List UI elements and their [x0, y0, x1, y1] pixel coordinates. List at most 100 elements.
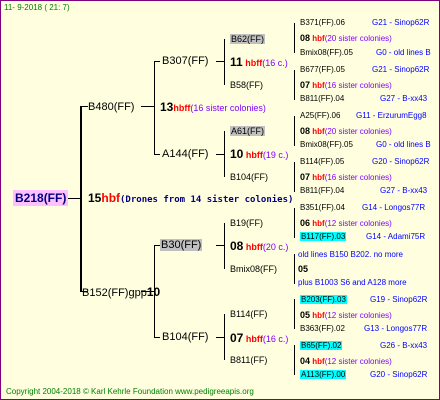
note: (16 c.) [262, 334, 289, 344]
tree-line [294, 345, 295, 375]
tree-line [224, 223, 225, 269]
tree-line [294, 208, 295, 238]
hbf: hbf [312, 311, 325, 320]
queen-b114[interactable]: B114(FF) [230, 308, 267, 320]
g4-line: G26 - B-xx43 [380, 341, 428, 350]
date-header: 11- 9-2018 ( 21: 7) [4, 3, 70, 12]
count: 08 [300, 33, 311, 43]
tree-line [68, 198, 80, 199]
note: (16 sister colonies) [324, 81, 392, 90]
g4-line: G20 - Sinop62R [370, 370, 428, 379]
queen-b104-upper[interactable]: B104(FF) [230, 171, 268, 183]
count: 07 [300, 172, 311, 182]
count: 08 [300, 126, 311, 136]
tree-line [80, 106, 88, 107]
tree-line [216, 245, 224, 246]
b480-drone-info: 13hbff(16 sister colonies) [160, 101, 266, 114]
g4-row[interactable]: B351(FF).04 G14 - Longos77R [300, 202, 425, 214]
g4-row[interactable]: Bmix08(FF).05 G0 - old lines B [300, 139, 431, 151]
g4-queen: B117(FF).03 [300, 232, 347, 241]
queen-b30[interactable]: B30(FF) [160, 238, 203, 252]
g4-row[interactable]: B811(FF).04 G27 - B-xx43 [300, 185, 427, 197]
g4-drone-info: 05 hbf(12 sister colonies) [300, 309, 392, 322]
queen-a61[interactable]: A61(FF) [230, 125, 266, 137]
g4-line: G14 - Longos77R [362, 203, 426, 212]
g4-queen: B351(FF).04 [300, 203, 345, 212]
g4-row[interactable]: B811(FF).04 G27 - B-xx43 [300, 93, 427, 105]
g4-row[interactable]: Bmix08(FF).05 G0 - old lines B [300, 47, 431, 59]
tree-line [294, 23, 295, 53]
hbf: hbf [312, 219, 325, 228]
g4-queen: A25(FF).06 [300, 111, 341, 120]
g4-queen: B363(FF).02 [300, 324, 345, 333]
note: (12 sister colonies) [324, 311, 392, 320]
note: (20 c.) [262, 242, 289, 252]
tree-line [294, 162, 295, 192]
queen-a144[interactable]: A144(FF) [162, 147, 208, 161]
hbf: hbff [245, 150, 263, 160]
queen-b104[interactable]: B104(FF) [162, 330, 208, 344]
g4-queen: A113(FF).00 [300, 370, 347, 379]
tree-line [294, 70, 295, 100]
g4-row[interactable]: A25(FF).06 G11 - ErzurumEgg8 [300, 110, 427, 122]
tree-line [154, 337, 160, 338]
tree-line [216, 61, 224, 62]
note: (12 sister colonies) [324, 357, 392, 366]
copyright-footer: Copyright 2004-2018 © Karl Kehrle Founda… [6, 387, 254, 396]
root-note: (Drones from 14 sister colonies) [120, 195, 294, 205]
tree-line [154, 154, 160, 155]
queen-b307[interactable]: B307(FF) [162, 54, 208, 68]
note: (20 sister colonies) [324, 127, 392, 136]
b104-drone-info: 07 hbff(16 c.) [230, 332, 288, 345]
root-queen[interactable]: B218(FF) [13, 190, 69, 206]
g4-line: G13 - Longos77R [364, 324, 428, 333]
g4-queen: B203(FF).03 [300, 295, 347, 304]
g4-drone-info: 07 hbf(16 sister colonies) [300, 171, 392, 184]
tree-line [294, 299, 295, 329]
hbf: hbff [173, 103, 191, 113]
g4-drone-info: 04 hbf(12 sister colonies) [300, 355, 392, 368]
g4-drone-info: 08 hbf(20 sister colonies) [300, 32, 392, 45]
queen-bmix08[interactable]: Bmix08(FF) [230, 263, 277, 275]
g4-row[interactable]: B363(FF).02 G13 - Longos77R [300, 323, 427, 335]
queen-b480[interactable]: B480(FF) [88, 100, 134, 114]
g4-queen: B65(FF).02 [300, 341, 343, 350]
g4-row[interactable]: B65(FF).02 G26 - B-xx43 [300, 340, 427, 352]
note: (12 sister colonies) [324, 219, 392, 228]
queen-b58[interactable]: B58(FF) [230, 79, 263, 91]
queen-b30-label: B30(FF) [160, 239, 203, 251]
g4-row[interactable]: B114(FF).05 G20 - Sinop62R [300, 156, 429, 168]
hbf: hbf [312, 173, 325, 182]
tree-line [154, 61, 155, 154]
g4-line: G27 - B-xx43 [380, 186, 428, 195]
count: 08 [230, 239, 244, 253]
g4-row[interactable]: B371(FF).06 G21 - Sinop62R [300, 17, 429, 29]
tree-line [216, 337, 224, 338]
g4-row[interactable]: B203(FF).03 G19 - Sinop62R [300, 294, 427, 306]
g4-row[interactable]: B677(FF).05 G21 - Sinop62R [300, 64, 429, 76]
g4-queen: B811(FF).04 [300, 186, 345, 195]
count: 07 [230, 331, 244, 345]
count: 07 [300, 80, 311, 90]
root-count: 15 [88, 191, 102, 205]
g4-note: old lines B150 B202. no more [298, 250, 403, 259]
note: (19 c.) [262, 150, 289, 160]
queen-b811[interactable]: B811(FF) [230, 354, 267, 366]
g4-drone-info: 06 hbf(12 sister colonies) [300, 217, 392, 230]
queen-b62[interactable]: B62(FF) [230, 33, 266, 45]
root-drone-info: 15hbf(Drones from 14 sister colonies) [88, 192, 293, 206]
g4-row[interactable]: B117(FF).03 G14 - Adami75R [300, 231, 425, 243]
queen-a61-label: A61(FF) [230, 126, 266, 136]
queen-b19[interactable]: B19(FF) [230, 217, 263, 229]
tree-line [141, 106, 154, 107]
g4-row[interactable]: A113(FF).00 G20 - Sinop62R [300, 369, 427, 381]
g4-line: G11 - ErzurumEgg8 [356, 111, 427, 120]
g4-queen: B371(FF).06 [300, 18, 345, 27]
g4-line: G21 - Sinop62R [372, 65, 430, 74]
tree-line [294, 254, 295, 284]
queen-b152[interactable]: B152(FF)gpp10 [82, 285, 160, 300]
note: (16 c.) [262, 58, 288, 68]
g4-drone-info: 07 hbf(16 sister colonies) [300, 79, 392, 92]
root-hbf: hbf [101, 191, 121, 205]
tree-line [154, 61, 160, 62]
